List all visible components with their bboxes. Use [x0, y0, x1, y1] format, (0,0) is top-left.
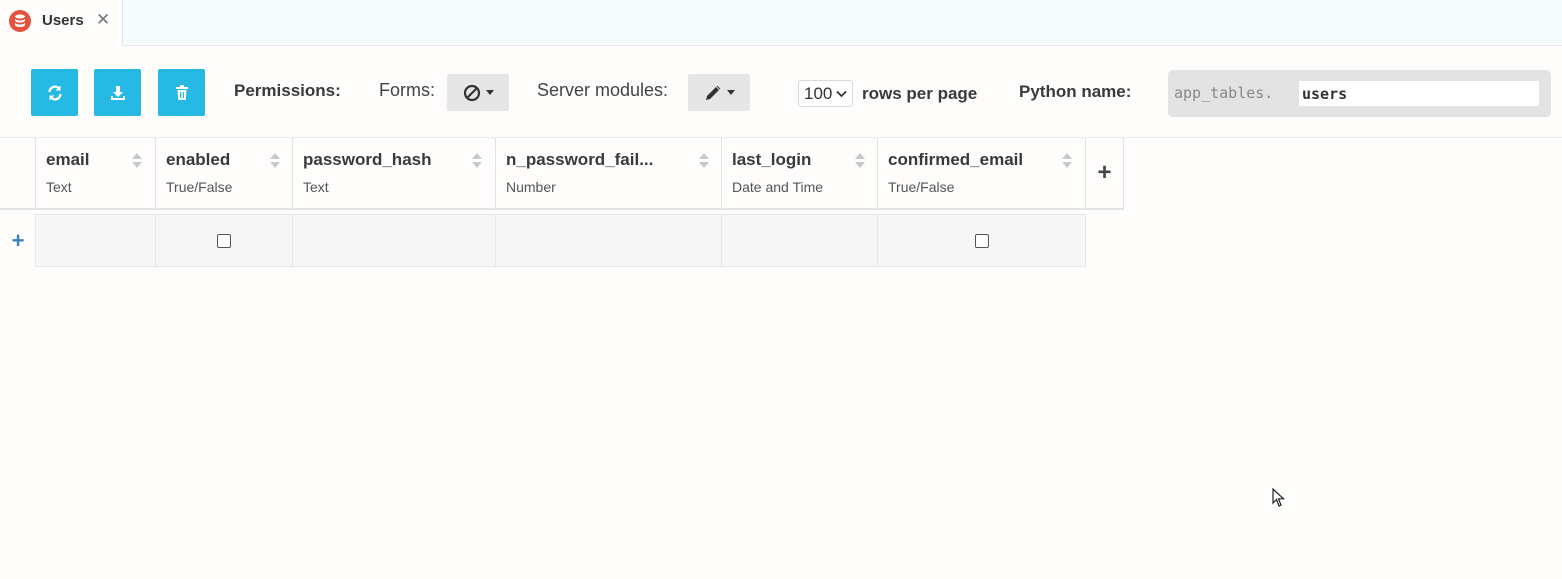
column-name: email [46, 150, 90, 169]
column-header-confirmed-email[interactable]: confirmed_email True/False [878, 138, 1086, 210]
column-name: password_hash [303, 150, 432, 169]
caret-down-icon [485, 90, 494, 95]
cell-confirmed-email [878, 214, 1086, 267]
ban-icon [463, 84, 480, 101]
column-type: Date and Time [732, 179, 824, 195]
python-name-input[interactable] [1299, 81, 1539, 106]
column-header-email[interactable]: email Text [36, 138, 156, 210]
close-icon[interactable]: ✕ [96, 11, 110, 29]
chevron-down-icon [836, 90, 848, 97]
download-button[interactable] [94, 69, 141, 116]
rows-per-page-select[interactable]: 100 [798, 80, 853, 107]
column-name: confirmed_email [888, 150, 1024, 169]
sort-icon[interactable] [269, 153, 281, 171]
server-modules-label: Server modules: [537, 80, 669, 100]
add-row-button[interactable]: + [0, 214, 36, 267]
column-type: Number [506, 179, 556, 195]
sort-icon[interactable] [1061, 153, 1073, 171]
cell-enabled [156, 214, 293, 267]
column-type: Text [46, 179, 72, 195]
toolbar: Permissions: Forms: Server modules: 100 … [0, 46, 1562, 138]
refresh-icon [47, 84, 62, 101]
download-icon [110, 85, 125, 100]
trash-icon [175, 84, 188, 100]
delete-button[interactable] [158, 69, 205, 116]
python-name-prefix: app_tables. [1174, 84, 1274, 102]
caret-down-icon [726, 90, 735, 95]
sort-icon[interactable] [471, 153, 483, 171]
column-name: last_login [732, 150, 812, 169]
permissions-label: Permissions: [234, 81, 341, 100]
column-header-last-login[interactable]: last_login Date and Time [722, 138, 878, 210]
cell-last-login[interactable] [722, 214, 878, 267]
sort-icon[interactable] [854, 153, 866, 171]
database-icon [9, 10, 31, 32]
checkbox[interactable] [217, 233, 231, 248]
rows-per-page-label: rows per page [862, 84, 978, 103]
tab-strip: Users ✕ [0, 0, 1562, 46]
column-header-n-password-failures[interactable]: n_password_fail... Number [496, 138, 722, 210]
column-header-enabled[interactable]: enabled True/False [156, 138, 293, 210]
python-name-label: Python name: [1019, 82, 1132, 101]
column-type: True/False [166, 179, 233, 195]
table-corner [0, 138, 36, 210]
forms-permission-dropdown[interactable] [447, 74, 509, 111]
python-name-field: app_tables. [1168, 70, 1551, 117]
column-type: Text [303, 179, 329, 195]
column-name: n_password_fail... [506, 150, 654, 169]
refresh-button[interactable] [31, 69, 78, 116]
cell-email[interactable] [35, 214, 156, 267]
cell-password-hash[interactable] [293, 214, 496, 267]
add-column-button[interactable]: + [1086, 138, 1124, 210]
sort-icon[interactable] [131, 153, 143, 171]
sort-icon[interactable] [698, 153, 710, 171]
server-modules-permission-dropdown[interactable] [688, 74, 750, 111]
tab-users[interactable]: Users ✕ [0, 0, 123, 46]
cell-n-password-failures[interactable] [496, 214, 722, 267]
column-name: enabled [166, 150, 231, 169]
checkbox[interactable] [974, 233, 989, 248]
pencil-icon [705, 85, 720, 100]
column-header-password-hash[interactable]: password_hash Text [293, 138, 496, 210]
tab-label: Users [42, 12, 84, 29]
mouse-pointer-icon [1272, 488, 1286, 507]
rows-per-page-value: 100 [804, 83, 833, 103]
column-type: True/False [888, 179, 955, 195]
forms-label: Forms: [379, 80, 435, 100]
